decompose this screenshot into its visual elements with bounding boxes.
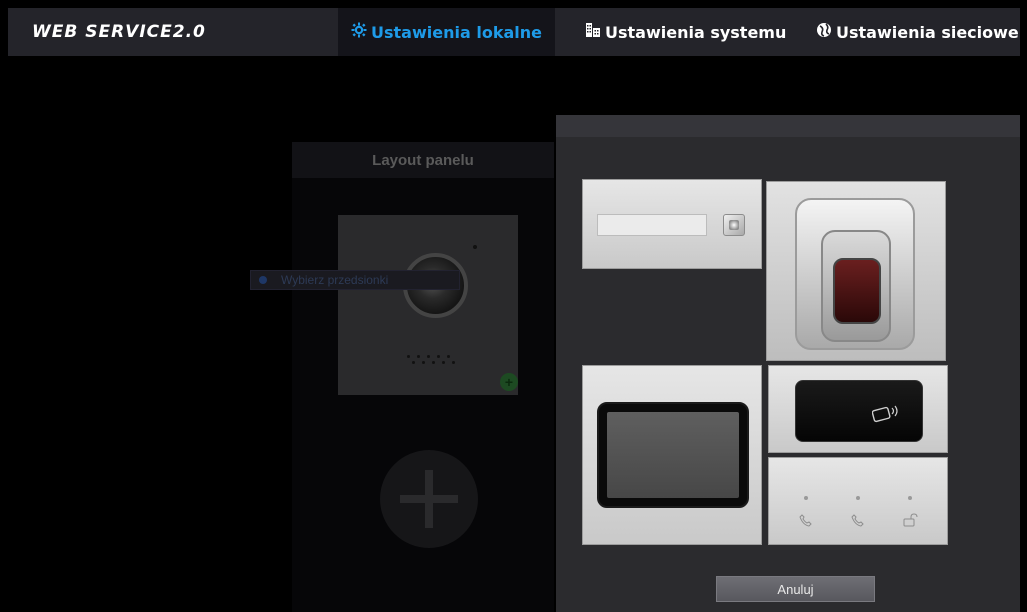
app-window: WEB SERVICE2.0 Ustawienia lokalne Ustawi…	[8, 8, 1020, 612]
dialog-header	[556, 115, 1020, 137]
indicator-dot	[804, 496, 808, 500]
add-module-small-icon[interactable]: +	[500, 373, 518, 391]
app-logo: WEB SERVICE2.0	[32, 22, 206, 42]
top-navigation-bar: WEB SERVICE2.0 Ustawienia lokalne Ustawi…	[8, 8, 1020, 56]
call-icon	[799, 513, 813, 530]
fingerprint-module-tile[interactable]	[766, 181, 946, 361]
speaker-grille-icon	[403, 353, 463, 369]
card-reader-module-tile[interactable]	[768, 365, 948, 453]
tab-local-settings[interactable]: Ustawienia lokalne	[338, 8, 555, 56]
indicator-dot	[856, 496, 860, 500]
tab-system-settings[interactable]: Ustawienia systemu	[585, 8, 786, 56]
add-module-large-button[interactable]	[380, 450, 478, 548]
phone-icon	[851, 513, 865, 530]
tab-system-settings-label: Ustawienia systemu	[605, 22, 787, 42]
rfid-card-icon	[871, 403, 900, 423]
call-button-icon	[723, 214, 745, 236]
fingerprint-housing	[795, 198, 915, 350]
card-reader-panel	[795, 380, 923, 442]
module-picker-dialog: Anuluj	[556, 115, 1020, 612]
indicator-dot	[908, 496, 912, 500]
tab-local-settings-label: Ustawienia lokalne	[371, 22, 542, 42]
header-spacer	[8, 56, 1020, 112]
tooltip-text: Wybierz przedsionki	[281, 273, 389, 287]
globe-icon	[816, 22, 832, 42]
tab-network-settings-label: Ustawienia sieciowe	[836, 22, 1019, 42]
layout-panel-title: Layout panelu	[292, 142, 554, 178]
select-vestibule-tooltip: Wybierz przedsionki	[250, 270, 460, 290]
building-icon	[585, 22, 601, 42]
call-buttons-module-tile[interactable]	[768, 457, 948, 545]
display-screen-icon	[597, 402, 749, 508]
name-label-plate	[597, 214, 707, 236]
camera-sensor-dot	[473, 245, 477, 249]
display-module-tile[interactable]	[582, 365, 762, 545]
tooltip-bullet-icon	[259, 276, 267, 284]
button-module-tile[interactable]	[582, 179, 762, 269]
cancel-button[interactable]: Anuluj	[716, 576, 875, 602]
gear-icon	[351, 22, 367, 42]
unlock-icon	[902, 513, 918, 530]
fingerprint-sensor-icon	[833, 258, 881, 324]
fingerprint-reader	[821, 230, 891, 342]
tab-network-settings[interactable]: Ustawienia sieciowe	[816, 8, 1019, 56]
